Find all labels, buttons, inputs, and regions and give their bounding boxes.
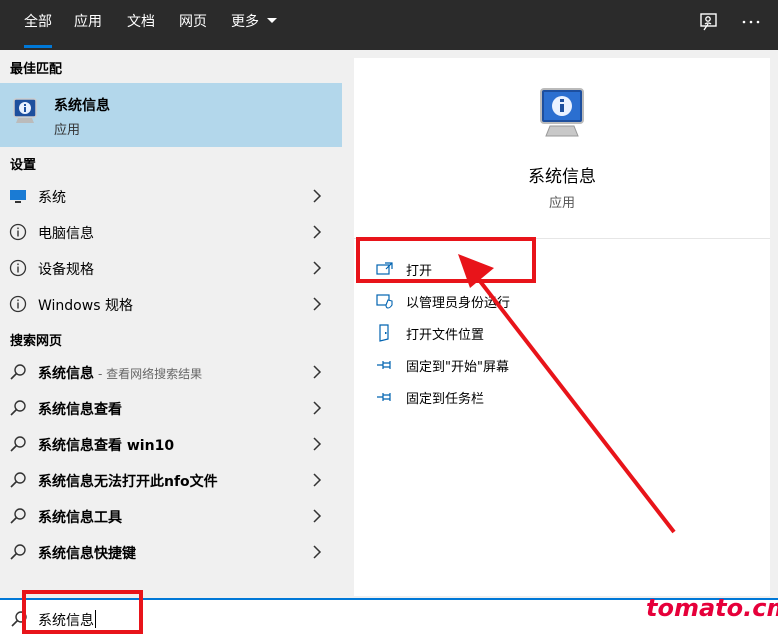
annotation-arrow	[458, 254, 676, 534]
